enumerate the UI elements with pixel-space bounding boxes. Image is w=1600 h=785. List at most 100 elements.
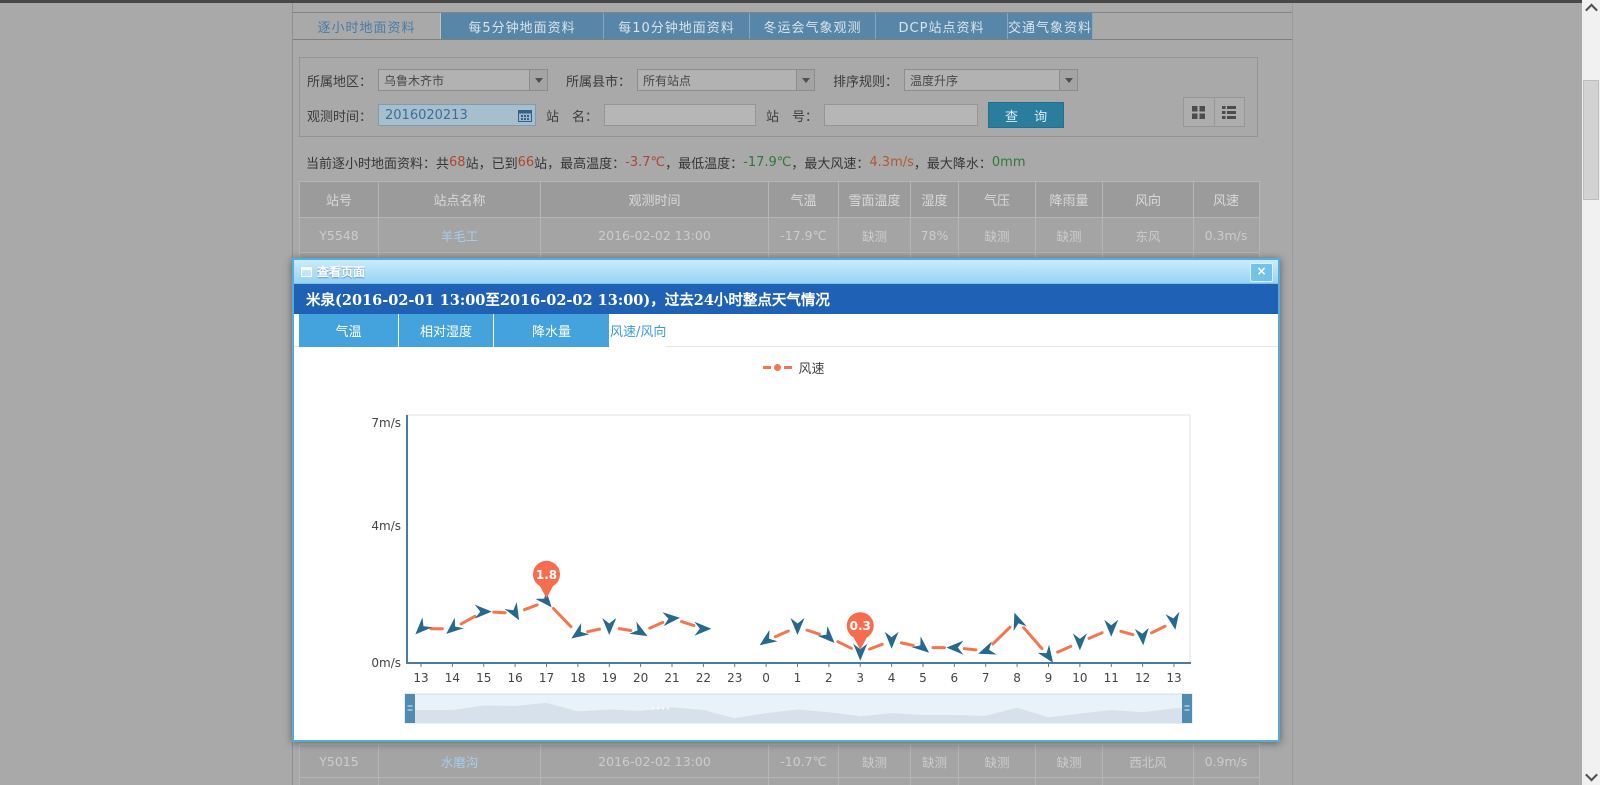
close-icon[interactable]: × xyxy=(1250,263,1273,282)
wind-direction-arrow[interactable] xyxy=(756,630,778,651)
modal-tab[interactable]: 气温 xyxy=(299,314,398,347)
wind-direction-arrow[interactable] xyxy=(791,618,805,635)
wind-direction-arrow[interactable] xyxy=(1135,628,1150,646)
x-axis-tick-label: 4 xyxy=(888,671,896,685)
x-axis-tick-label: 21 xyxy=(664,671,679,685)
wind-direction-arrow[interactable] xyxy=(818,626,840,648)
modal-tab-label: 相对湿度 xyxy=(420,321,472,340)
datazoom-right-handle[interactable] xyxy=(1182,694,1192,723)
x-axis-tick-label: 11 xyxy=(1104,671,1119,685)
scroll-up-button[interactable] xyxy=(1582,0,1600,17)
wind-speed-line-segment xyxy=(650,622,663,628)
table-body-bottom: Y5015 水磨沟 2016-02-02 13:00 -10.7℃ 缺测 缺测 … xyxy=(300,744,1259,777)
region-select[interactable]: 乌鲁木齐市 xyxy=(378,69,548,91)
grid-view-icon[interactable] xyxy=(1184,98,1214,126)
x-axis-tick-label: 3 xyxy=(856,671,864,685)
chevron-up-icon xyxy=(1585,4,1598,17)
station-name-link[interactable]: 羊毛工 xyxy=(379,218,541,252)
sort-select[interactable]: 温度升序 xyxy=(904,69,1078,91)
x-axis-tick-label: 22 xyxy=(696,671,711,685)
x-axis-tick-label: 16 xyxy=(507,671,522,685)
datazoom-left-handle[interactable] xyxy=(405,694,415,723)
top-strip xyxy=(0,0,1600,3)
modal-tab[interactable]: 降水量 xyxy=(494,314,609,347)
sort-label: 排序规则： xyxy=(833,71,898,90)
obs-time-input[interactable]: 2016020213 xyxy=(378,104,536,126)
table-header-cell: 气温 xyxy=(769,182,839,217)
query-button[interactable]: 查 询 xyxy=(988,102,1064,128)
modal-title: 查看页面 xyxy=(317,263,365,280)
calendar-icon[interactable] xyxy=(518,109,532,122)
page-tab-label: 冬运会气象观测 xyxy=(763,17,861,36)
vertical-scrollbar[interactable] xyxy=(1582,0,1600,785)
chevron-down-icon[interactable] xyxy=(529,70,547,90)
x-axis-tick-label: 23 xyxy=(727,671,742,685)
summary-max-wind: 4.3m/s xyxy=(869,155,914,170)
summary-min-temp: -17.9℃ xyxy=(743,155,791,170)
wind-speed-line-segment xyxy=(494,612,505,613)
wind-direction-arrow[interactable] xyxy=(442,618,464,640)
view-toggle xyxy=(1183,97,1245,127)
legend-line-icon xyxy=(763,366,771,369)
scroll-down-button[interactable] xyxy=(1582,768,1600,785)
wind-speed-line-segment xyxy=(807,630,819,634)
wind-direction-arrow[interactable] xyxy=(602,618,616,635)
county-label: 所属县市： xyxy=(566,71,631,90)
modal-tab[interactable]: 相对湿度 xyxy=(399,314,493,347)
data-label-pin: 1.8 xyxy=(533,561,560,599)
x-axis-tick-label: 17 xyxy=(539,671,554,685)
wind-speed-line-segment xyxy=(553,608,570,626)
scrollbar-thumb[interactable] xyxy=(1583,80,1599,200)
list-view-icon[interactable] xyxy=(1214,98,1245,126)
wind-direction-arrow[interactable] xyxy=(475,605,492,619)
modal-tab-label: 气温 xyxy=(335,321,361,340)
wind-speed-line-segment xyxy=(524,605,537,610)
application-window: 逐小时地面资料 每5分钟地面资料 每10分钟地面资料 冬运会气象观测 DCP站点… xyxy=(0,0,1600,785)
wind-direction-arrow[interactable] xyxy=(946,641,963,655)
x-axis-tick-label: 8 xyxy=(1013,671,1021,685)
table-row[interactable]: Y5548 羊毛工 2016-02-02 13:00 -17.9℃ 缺测 78%… xyxy=(300,217,1259,252)
modal-tab[interactable]: 风速/风向 xyxy=(610,314,666,347)
obs-time-label: 观测时间： xyxy=(307,106,372,125)
chevron-down-icon[interactable] xyxy=(796,70,814,90)
wind-direction-arrow[interactable] xyxy=(1166,612,1183,631)
page-tab[interactable]: 交通气象资料 xyxy=(1008,13,1093,39)
table-row[interactable]: Y5015 水磨沟 2016-02-02 13:00 -10.7℃ 缺测 缺测 … xyxy=(300,744,1259,777)
wind-direction-arrow[interactable] xyxy=(1073,633,1087,650)
legend-line-icon xyxy=(784,366,792,369)
page-tab[interactable]: DCP站点资料 xyxy=(876,13,1008,39)
data-label-value: 0.3 xyxy=(850,619,871,633)
cell-humidity: 78% xyxy=(911,218,959,252)
page-tab-label: DCP站点资料 xyxy=(899,17,985,36)
datazoom-grip-dots xyxy=(662,707,664,709)
wind-direction-arrow[interactable] xyxy=(505,602,526,624)
wind-direction-arrow[interactable] xyxy=(912,636,934,658)
station-name-link[interactable]: 水磨沟 xyxy=(379,745,541,777)
x-axis-tick-label: 20 xyxy=(633,671,648,685)
cell-humidity: 缺测 xyxy=(911,745,959,777)
x-axis-tick-label: 13 xyxy=(1166,671,1181,685)
station-id-label: 站 号： xyxy=(766,106,818,125)
wind-direction-arrow[interactable] xyxy=(1104,620,1118,637)
wind-direction-arrow[interactable] xyxy=(694,622,711,636)
station-id-input[interactable] xyxy=(824,104,978,126)
chart-legend[interactable]: 风速 xyxy=(734,359,854,375)
y-axis-tick-label: 7m/s xyxy=(371,416,401,430)
wind-direction-arrow[interactable] xyxy=(885,632,899,649)
station-name-input[interactable] xyxy=(604,104,756,126)
wind-direction-arrow[interactable] xyxy=(410,617,432,639)
modal-title-bar[interactable]: 查看页面 xyxy=(294,260,1278,284)
wind-direction-arrow[interactable] xyxy=(629,622,651,643)
wind-direction-arrow[interactable] xyxy=(662,611,680,626)
page-tab[interactable]: 冬运会气象观测 xyxy=(750,13,876,39)
panel-right-border xyxy=(1292,3,1293,785)
chevron-down-icon[interactable] xyxy=(1059,70,1077,90)
wind-speed-line-segment xyxy=(775,631,788,637)
x-axis-tick-label: 12 xyxy=(1135,671,1150,685)
page-tab[interactable]: 每10分钟地面资料 xyxy=(604,13,750,39)
county-select[interactable]: 所有站点 xyxy=(637,69,815,91)
cell-pressure: 缺测 xyxy=(959,218,1036,252)
station-name-label: 站 名： xyxy=(546,106,598,125)
page-tab[interactable]: 每5分钟地面资料 xyxy=(441,13,604,39)
page-tab[interactable]: 逐小时地面资料 xyxy=(293,13,441,39)
